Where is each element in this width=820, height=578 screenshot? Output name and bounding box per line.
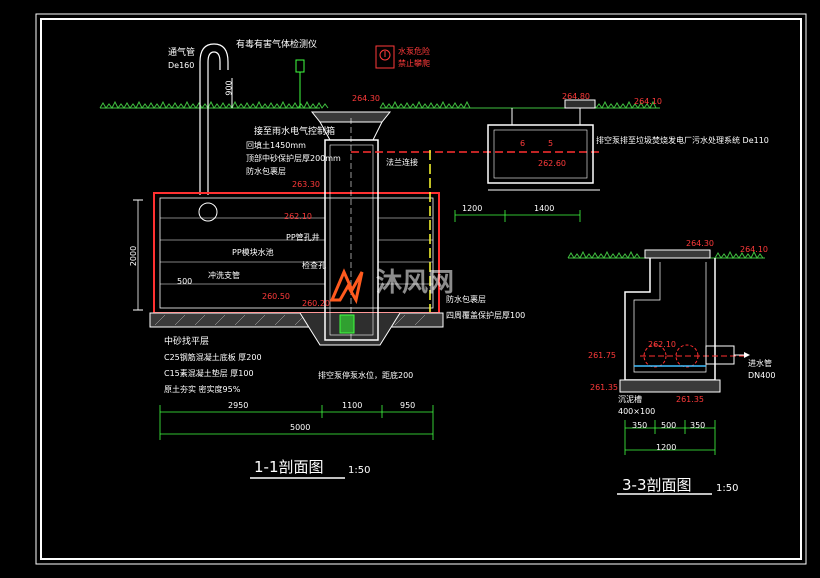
arrow-right-icon: [744, 352, 750, 358]
pump-icon: [339, 314, 355, 334]
gas-detector-icon: [295, 59, 305, 73]
pp-module-grid: [160, 217, 433, 285]
outer-frame: [35, 13, 807, 565]
receiving-chamber: [487, 124, 594, 184]
vent-pipe: [199, 43, 229, 195]
cad-drawing: [35, 13, 807, 565]
manhole-body: [624, 258, 716, 381]
section-3-3: [567, 249, 765, 495]
bottom-dimensions: [159, 405, 434, 440]
pump-well: [324, 139, 379, 341]
inlet-pipe: [705, 345, 735, 365]
section-1-1: [99, 43, 660, 479]
pool-outline: [153, 192, 440, 314]
watermark-logo-icon: [329, 268, 364, 305]
section-3-dimensions: [624, 420, 716, 455]
